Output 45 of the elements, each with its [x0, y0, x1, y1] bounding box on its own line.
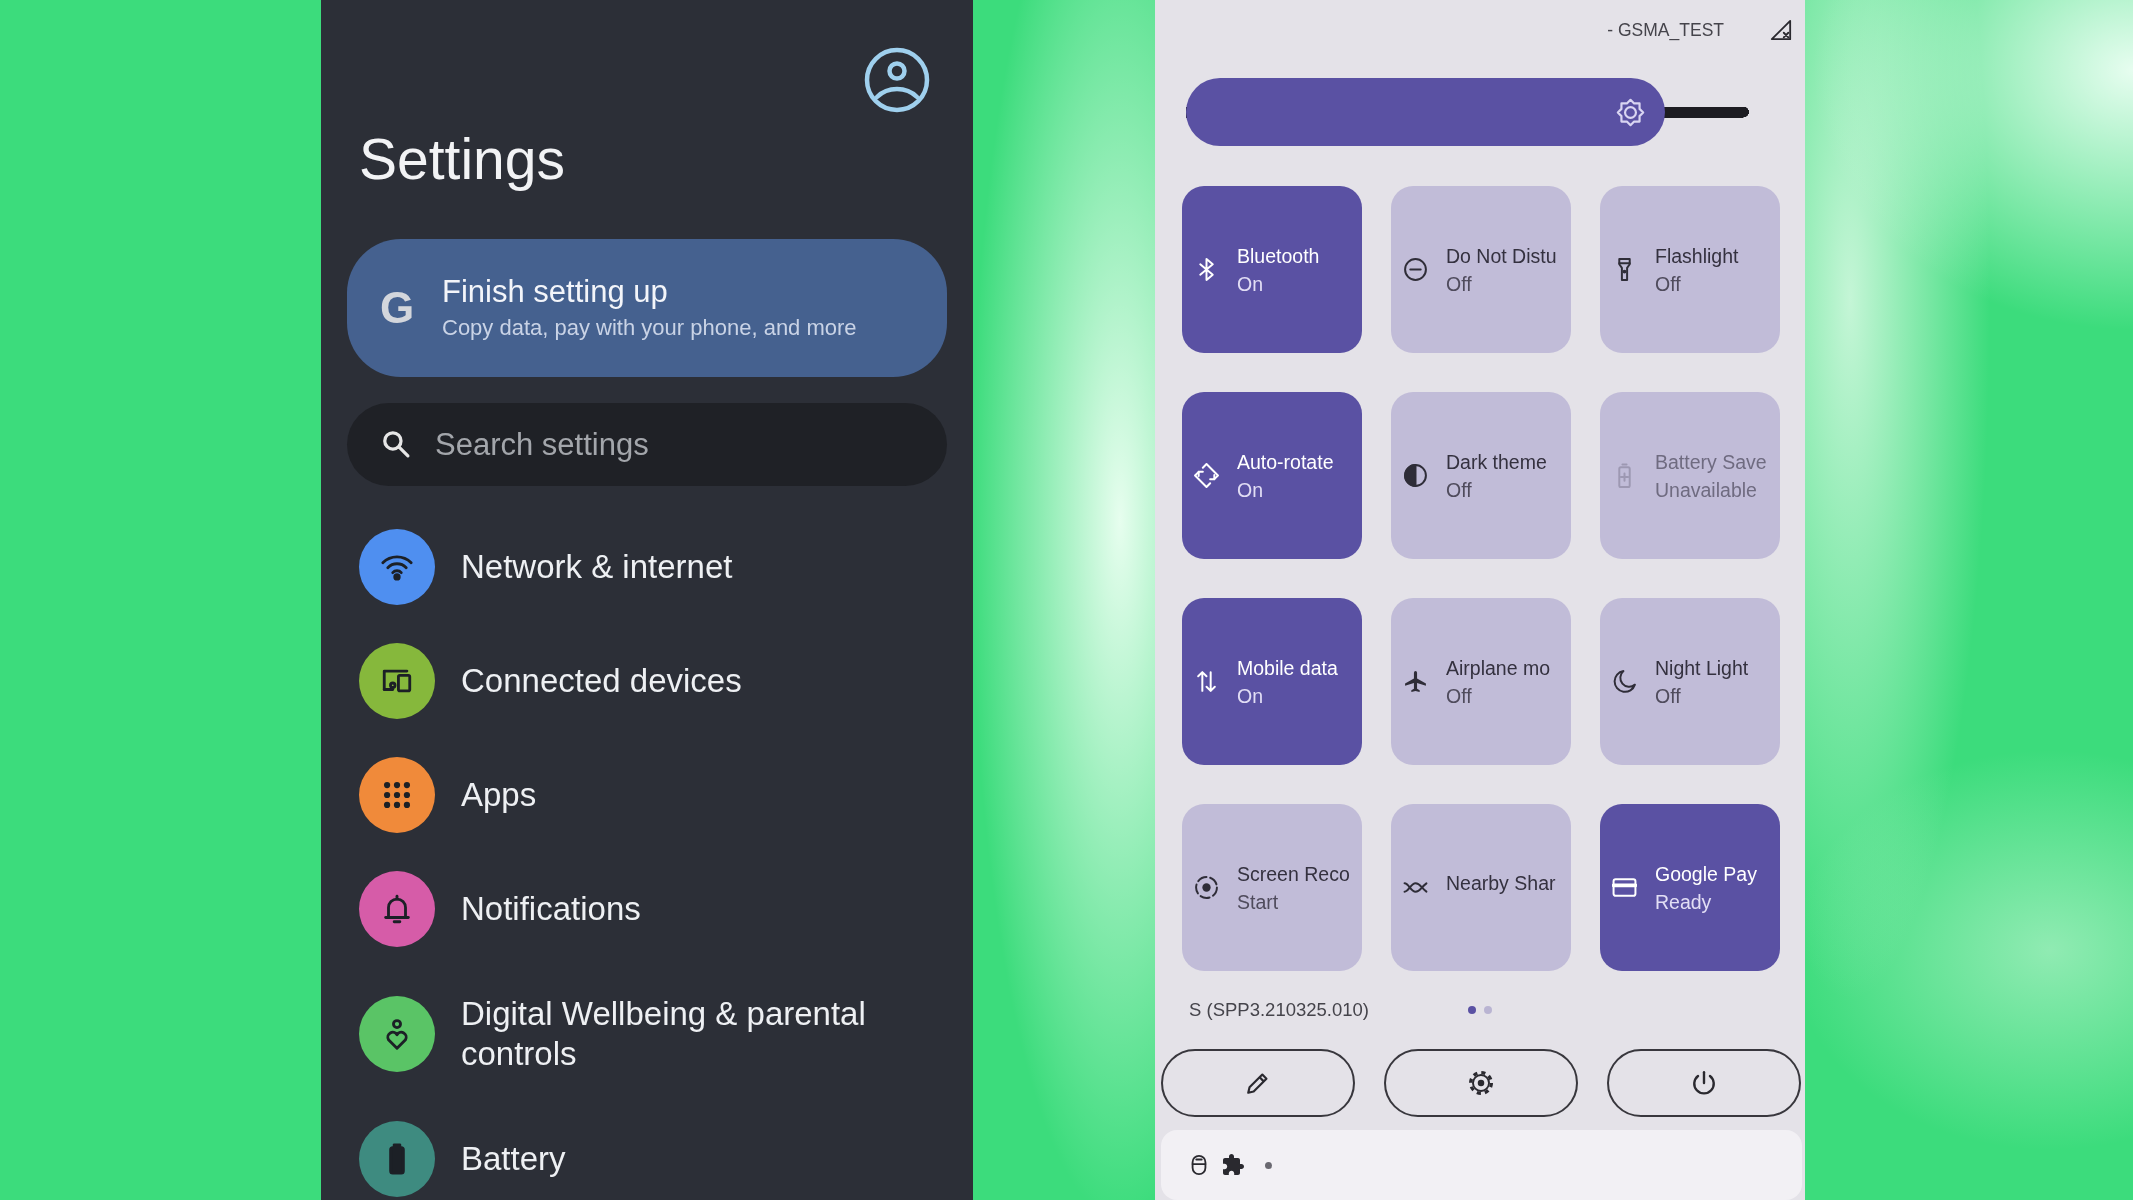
quick-settings-tile[interactable]: Dark theme Off	[1391, 392, 1571, 559]
quick-settings-tile[interactable]: Google Pay Ready	[1600, 804, 1780, 971]
settings-menu-item[interactable]: Digital Wellbeing & parental controls	[347, 966, 901, 1102]
quick-settings-tile[interactable]: Night Light Off	[1600, 598, 1780, 765]
settings-menu-item[interactable]: Network & internet	[347, 510, 733, 624]
card-icon	[1612, 875, 1637, 900]
quick-settings-tile[interactable]: Bluetooth On	[1182, 186, 1362, 353]
page-title: Settings	[359, 126, 565, 193]
quick-settings-tile[interactable]: Auto-rotate On	[1182, 392, 1362, 559]
minus-circle-icon	[1403, 257, 1428, 282]
rotate-icon	[1194, 463, 1219, 488]
power-icon	[1691, 1070, 1717, 1096]
card-subtitle: Copy data, pay with your phone, and more	[442, 314, 857, 342]
power-button[interactable]	[1607, 1049, 1801, 1117]
quick-settings-tile[interactable]: Mobile data On	[1182, 598, 1362, 765]
quick-settings-tile[interactable]: Screen Reco Start	[1182, 804, 1362, 971]
record-icon	[1194, 875, 1219, 900]
quick-settings-tile[interactable]: Airplane mo Off	[1391, 598, 1571, 765]
contrast-icon	[1403, 463, 1428, 488]
edit-button[interactable]	[1161, 1049, 1355, 1117]
quick-settings-tile[interactable]: Flashlight Off	[1600, 186, 1780, 353]
no-signal-icon	[1770, 19, 1792, 41]
quick-settings-tile[interactable]: Nearby Shar	[1391, 804, 1571, 971]
search-field[interactable]: Search settings	[347, 403, 947, 486]
airplane-icon	[1403, 669, 1428, 694]
settings-menu-item[interactable]: Apps	[347, 738, 537, 852]
dot-icon	[1265, 1161, 1272, 1169]
card-title: Finish setting up	[442, 273, 668, 311]
search-icon	[381, 429, 411, 459]
account-icon[interactable]	[864, 47, 930, 113]
setup-card[interactable]: G Finish setting up Copy data, pay with your phone, and more	[347, 239, 947, 377]
settings-menu-item[interactable]: Notifications	[347, 852, 641, 966]
settings-menu-item[interactable]: Connected devices	[347, 624, 742, 738]
settings-menu-item[interactable]: Battery	[347, 1102, 566, 1197]
moon-icon	[1612, 669, 1637, 694]
logo-letter: G	[378, 283, 416, 333]
gear-icon	[1468, 1070, 1494, 1096]
settings-button[interactable]	[1384, 1049, 1578, 1117]
arrows-up-down-icon	[1194, 669, 1219, 694]
quick-settings-tile[interactable]: Do Not Distu Off	[1391, 186, 1571, 353]
pencil-icon	[1245, 1070, 1271, 1096]
build-number: S (SPP3.210325.010)	[1189, 998, 1369, 1022]
carrier-label: - GSMA_TEST	[1607, 19, 1724, 41]
brightness-icon	[1615, 97, 1645, 127]
puzzle-icon[interactable]	[1222, 1154, 1244, 1176]
